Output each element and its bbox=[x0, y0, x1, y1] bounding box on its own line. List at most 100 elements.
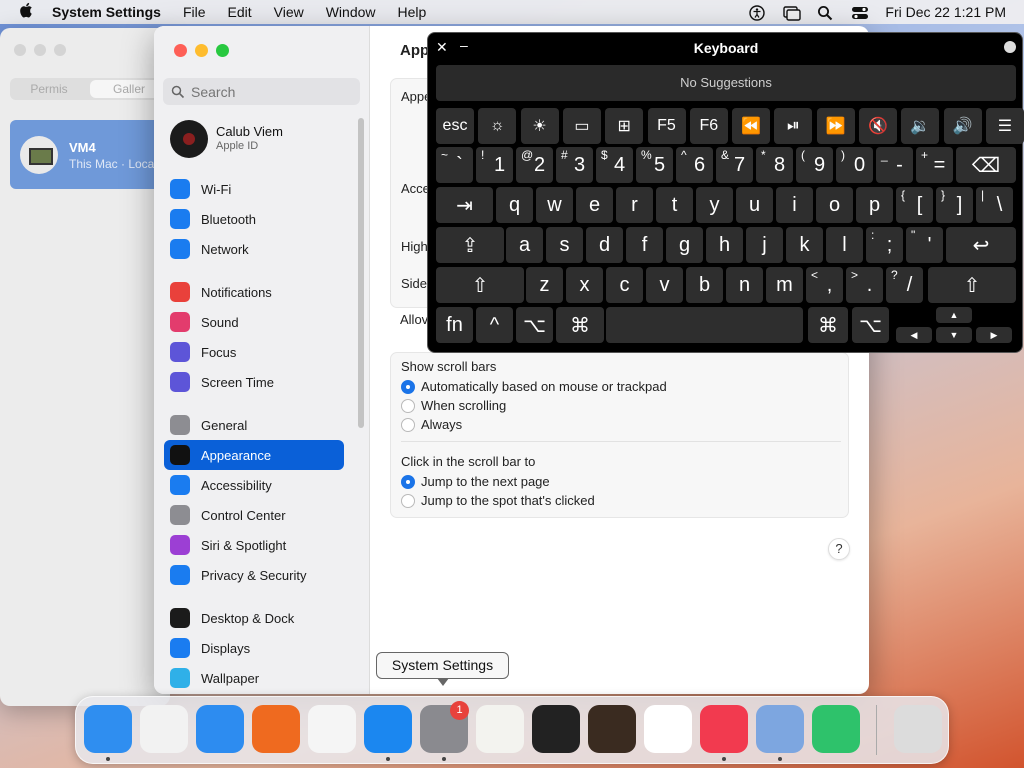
key-1[interactable]: ! 1 bbox=[476, 147, 513, 183]
key-sym-0[interactable]: {[ bbox=[896, 187, 933, 223]
menu-help[interactable]: Help bbox=[387, 4, 438, 20]
key-h[interactable]: h bbox=[706, 227, 743, 263]
key-c[interactable]: c bbox=[606, 267, 643, 303]
key-v[interactable]: v bbox=[646, 267, 683, 303]
tab-key[interactable]: ⇥ bbox=[436, 187, 493, 223]
key-8[interactable]: * 8 bbox=[756, 147, 793, 183]
key-i[interactable]: i bbox=[776, 187, 813, 223]
sidebar-item-wi-fi[interactable]: Wi-Fi bbox=[164, 174, 344, 204]
key-g[interactable]: g bbox=[666, 227, 703, 263]
vscode-icon[interactable] bbox=[644, 705, 692, 753]
radio-jump-to-spot[interactable]: Jump to the spot that's clicked bbox=[401, 493, 595, 508]
textedit-icon[interactable] bbox=[476, 705, 524, 753]
function-key-1[interactable]: ☼ bbox=[478, 108, 517, 144]
sidebar-item-wallpaper[interactable]: Wallpaper bbox=[164, 663, 344, 693]
key-j[interactable]: j bbox=[746, 227, 783, 263]
menu-window[interactable]: Window bbox=[315, 4, 387, 20]
migration-assistant-icon[interactable] bbox=[756, 705, 804, 753]
sidebar-item-notifications[interactable]: Notifications bbox=[164, 277, 344, 307]
search-input[interactable] bbox=[191, 83, 351, 100]
sidebar-item-general[interactable]: General bbox=[164, 410, 344, 440]
left-shift-key[interactable]: ⇧ bbox=[436, 267, 524, 303]
radio-scroll-always[interactable]: Always bbox=[401, 417, 462, 432]
fn-key[interactable]: fn bbox=[436, 307, 473, 343]
control-key[interactable]: ^ bbox=[476, 307, 513, 343]
sidebar-item-network[interactable]: Network bbox=[164, 234, 344, 264]
menu-edit[interactable]: Edit bbox=[217, 4, 263, 20]
right-shift-key[interactable]: ⇧ bbox=[928, 267, 1016, 303]
function-key-2[interactable]: ☀ bbox=[520, 108, 559, 144]
spotlight-search-icon[interactable] bbox=[817, 5, 833, 21]
key-b[interactable]: b bbox=[686, 267, 723, 303]
key-x[interactable]: x bbox=[566, 267, 603, 303]
menu-clock[interactable]: Fri Dec 22 1:21 PM bbox=[885, 4, 1006, 20]
function-key-0[interactable]: esc bbox=[436, 108, 474, 144]
key-r[interactable]: r bbox=[616, 187, 653, 223]
function-key-7[interactable]: ⏪ bbox=[732, 108, 771, 144]
key-sym-row4-1[interactable]: >. bbox=[846, 267, 883, 303]
background-tab-1[interactable]: Permis bbox=[10, 78, 88, 100]
key-u[interactable]: u bbox=[736, 187, 773, 223]
key-p[interactable]: p bbox=[856, 187, 893, 223]
right-option-key[interactable]: ⌥ bbox=[852, 307, 889, 343]
garageband-icon[interactable] bbox=[588, 705, 636, 753]
key-s[interactable]: s bbox=[546, 227, 583, 263]
arrow-left-key[interactable]: ◀ bbox=[896, 327, 932, 343]
return-key[interactable]: ↩ bbox=[946, 227, 1016, 263]
key-sym-row3-0[interactable]: :; bbox=[866, 227, 903, 263]
firefox-icon[interactable] bbox=[252, 705, 300, 753]
control-center-status-icon[interactable] bbox=[851, 5, 869, 19]
sidebar-item-accessibility[interactable]: Accessibility bbox=[164, 470, 344, 500]
key-0[interactable]: ) 0 bbox=[836, 147, 873, 183]
key-w[interactable]: w bbox=[536, 187, 573, 223]
sidebar-item-displays[interactable]: Displays bbox=[164, 633, 344, 663]
function-key-12[interactable]: 🔊 bbox=[943, 108, 982, 144]
sidebar-item-siri-spotlight[interactable]: Siri & Spotlight bbox=[164, 530, 344, 560]
keyboard-options-icon[interactable] bbox=[1004, 41, 1016, 53]
key-sym-row3-1[interactable]: " ' bbox=[906, 227, 943, 263]
key-n[interactable]: n bbox=[726, 267, 763, 303]
menu-app-name[interactable]: System Settings bbox=[52, 4, 172, 20]
key-f[interactable]: f bbox=[626, 227, 663, 263]
space-key[interactable] bbox=[606, 307, 803, 343]
key-9[interactable]: (9 bbox=[796, 147, 833, 183]
finder-icon[interactable] bbox=[84, 705, 132, 753]
key-7[interactable]: & 7 bbox=[716, 147, 753, 183]
key-sym-row4-0[interactable]: <, bbox=[806, 267, 843, 303]
left-command-key[interactable]: ⌘ bbox=[556, 307, 604, 343]
key-a[interactable]: a bbox=[506, 227, 543, 263]
function-key-11[interactable]: 🔉 bbox=[901, 108, 940, 144]
function-key-8[interactable]: ⏯ bbox=[774, 108, 813, 144]
apple-menu-icon[interactable] bbox=[0, 2, 52, 22]
key--[interactable]: _ - bbox=[876, 147, 913, 183]
function-key-13[interactable]: ☰ bbox=[985, 108, 1024, 144]
key-sym-row4-2[interactable]: ? / bbox=[886, 267, 923, 303]
safari-icon[interactable] bbox=[196, 705, 244, 753]
launchpad-icon[interactable] bbox=[140, 705, 188, 753]
minimize-button[interactable] bbox=[195, 44, 208, 57]
sidebar-item-control-center[interactable]: Control Center bbox=[164, 500, 344, 530]
key-t[interactable]: t bbox=[656, 187, 693, 223]
radio-scroll-automatic[interactable]: Automatically based on mouse or trackpad bbox=[401, 379, 667, 394]
right-command-key[interactable]: ⌘ bbox=[808, 307, 848, 343]
key-m[interactable]: m bbox=[766, 267, 803, 303]
function-key-10[interactable]: 🔇 bbox=[859, 108, 897, 144]
vm-list-item[interactable]: VM4 This Mac · Loca bbox=[10, 120, 170, 189]
left-option-key[interactable]: ⌥ bbox=[516, 307, 553, 343]
key-6[interactable]: ^ 6 bbox=[676, 147, 713, 183]
function-key-9[interactable]: ⏩ bbox=[816, 108, 855, 144]
key-e[interactable]: e bbox=[576, 187, 613, 223]
sidebar-item-privacy-security[interactable]: Privacy & Security bbox=[164, 560, 344, 590]
arrow-right-key[interactable]: ▶ bbox=[976, 327, 1012, 343]
sidebar-item-appearance[interactable]: Appearance bbox=[164, 440, 344, 470]
function-key-4[interactable]: ⊞ bbox=[605, 108, 644, 144]
key-z[interactable]: z bbox=[526, 267, 563, 303]
function-key-3[interactable]: ▭ bbox=[562, 108, 601, 144]
radio-scroll-when-scrolling[interactable]: When scrolling bbox=[401, 398, 506, 413]
key-`[interactable]: ~ ` bbox=[436, 147, 473, 183]
arrow-up-key[interactable]: ▲ bbox=[936, 307, 972, 323]
key-4[interactable]: $4 bbox=[596, 147, 633, 183]
key-sym-1[interactable]: }] bbox=[936, 187, 973, 223]
key-=[interactable]: + = bbox=[916, 147, 953, 183]
key-o[interactable]: o bbox=[816, 187, 853, 223]
